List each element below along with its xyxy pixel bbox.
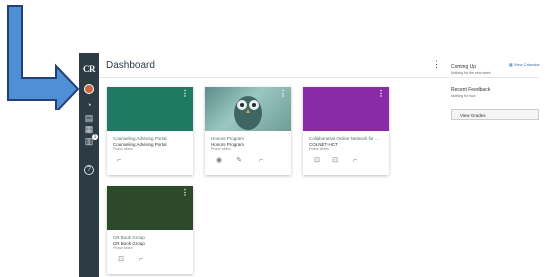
inbox-badge: 1 — [92, 134, 98, 140]
card-course-name[interactable]: Honors Program — [211, 136, 289, 141]
logo[interactable]: CR — [81, 64, 97, 74]
help-icon[interactable]: ? — [84, 165, 94, 175]
card-term: Phase slides — [211, 147, 231, 151]
pointer-arrow — [7, 5, 80, 110]
discussions-icon[interactable]: ⌐ — [115, 157, 123, 165]
card-course-name[interactable]: Collaborative Online Network for ... — [309, 136, 387, 141]
dashboard-icon[interactable]: ◔ — [84, 100, 94, 110]
view-calendar-label[interactable]: View Calendar — [514, 62, 540, 67]
global-nav: CR ◔ ▤ ▦ ▥ 1 ? — [79, 53, 99, 277]
recent-feedback-empty: Nothing for now — [451, 94, 476, 98]
course-card[interactable]: ⋮ Collaborative Online Network for ... C… — [303, 87, 389, 175]
discussions-icon[interactable]: ⌐ — [257, 157, 265, 165]
view-grades-button[interactable]: View Grades — [451, 109, 539, 120]
view-calendar-link[interactable]: ▦ View Calendar — [509, 62, 540, 67]
card-term: Phase slides — [113, 246, 133, 250]
divider — [451, 77, 539, 78]
card-term: Phase slides — [113, 147, 133, 151]
assignments-icon[interactable]: ✎ — [235, 157, 243, 165]
card-term: Phase slides — [309, 147, 329, 151]
topbar: Dashboard ⋮ — [99, 53, 449, 78]
coming-up-heading: Coming Up — [451, 64, 477, 70]
right-sidebar: Coming Up ▦ View Calendar Nothing for th… — [449, 53, 545, 277]
canvas-app: CR ◔ ▤ ▦ ▥ 1 ? Dashboard ⋮ ⋮ Counseling … — [79, 53, 545, 277]
announcements-icon[interactable]: ⊡ — [117, 256, 125, 264]
card-course-name[interactable]: CR Book Group — [113, 235, 191, 240]
card-course-name[interactable]: Counseling Advising Portal — [113, 136, 191, 141]
assignments-icon[interactable]: ⊡ — [331, 157, 339, 165]
card-menu-icon[interactable]: ⋮ — [181, 89, 189, 98]
calendar-icon[interactable]: ▦ — [84, 124, 94, 134]
announcements-icon[interactable]: ⊡ — [313, 157, 321, 165]
card-menu-icon[interactable]: ⋮ — [279, 89, 287, 98]
card-menu-icon[interactable]: ⋮ — [377, 89, 385, 98]
course-card[interactable]: ⋮ Honors Program Honors Program Phase sl… — [205, 87, 291, 175]
course-card[interactable]: ⋮ CR Book Group CR Book Group Phase slid… — [107, 186, 193, 274]
avatar[interactable] — [84, 84, 94, 94]
discussions-icon[interactable]: ⌐ — [137, 256, 145, 264]
recent-feedback-heading: Recent Feedback — [451, 87, 491, 93]
courses-icon[interactable]: ▤ — [84, 113, 94, 123]
coming-up-empty: Nothing for the next week — [451, 71, 491, 75]
page-title: Dashboard — [106, 60, 155, 71]
discussions-icon[interactable]: ⌐ — [351, 157, 359, 165]
announcements-icon[interactable]: ◉ — [215, 157, 223, 165]
course-card[interactable]: ⋮ Counseling Advising Portal Counseling … — [107, 87, 193, 175]
dashboard-options-icon[interactable]: ⋮ — [432, 59, 441, 70]
card-menu-icon[interactable]: ⋮ — [181, 188, 189, 197]
